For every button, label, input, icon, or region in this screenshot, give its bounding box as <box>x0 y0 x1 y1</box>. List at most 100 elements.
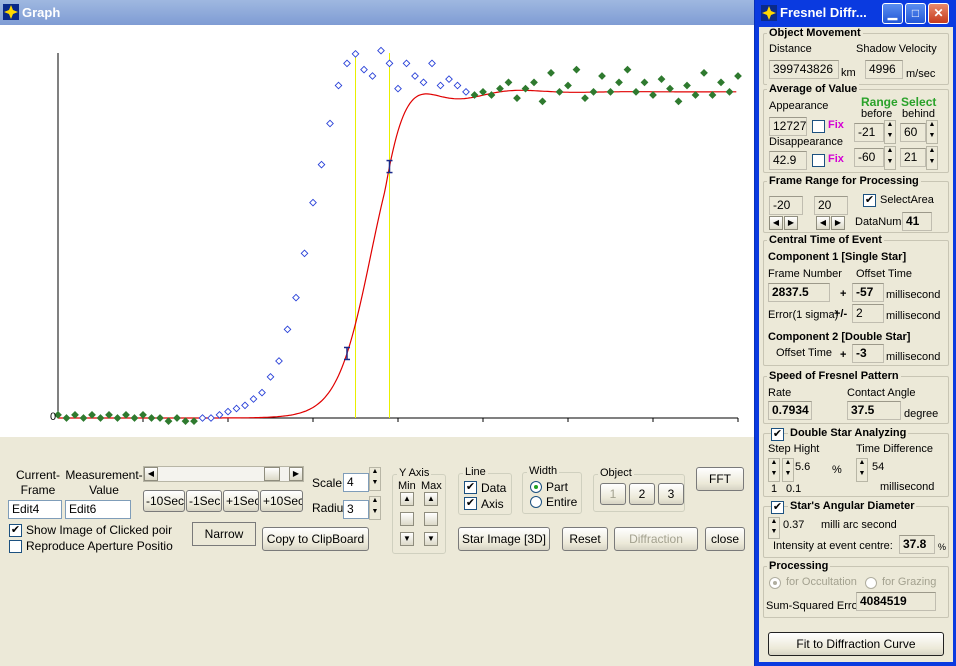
ymax-down-button[interactable]: ▼ <box>424 532 438 546</box>
time-difference-spinner[interactable]: ▲ ▼ <box>856 458 868 482</box>
disappearance-before-field[interactable]: -60 <box>854 148 884 167</box>
frame-to-field[interactable]: 20 <box>814 196 848 215</box>
frame-number-field[interactable]: 2837.5 <box>768 283 830 302</box>
disappearance-behind-field[interactable]: 21 <box>900 148 926 167</box>
radius-spinner[interactable]: ▲ ▼ <box>369 496 381 520</box>
scroll-thumb[interactable] <box>264 467 280 481</box>
appearance-before-spinner[interactable]: ▲ ▼ <box>884 120 896 144</box>
edit4-field[interactable]: Edit4 <box>8 500 62 519</box>
offset2-field[interactable]: -3 <box>852 344 884 363</box>
reset-button[interactable]: Reset <box>562 527 608 551</box>
close-window-icon[interactable]: ✕ <box>928 3 949 24</box>
frame-to-left-icon[interactable]: ◀ <box>816 216 830 230</box>
spin-down-icon[interactable]: ▼ <box>857 470 867 481</box>
step-coarse-spinner[interactable]: ▲ ▼ <box>768 458 780 482</box>
appearance-behind-spinner[interactable]: ▲ ▼ <box>926 120 938 144</box>
appearance-behind-field[interactable]: 60 <box>900 123 926 142</box>
ymin-down-button[interactable]: ▼ <box>400 532 414 546</box>
spin-up-icon[interactable]: ▲ <box>857 459 867 470</box>
spin-up-icon[interactable]: ▲ <box>769 518 779 528</box>
intensity-field[interactable]: 37.8 <box>899 535 935 554</box>
angular-diameter-checkbox[interactable]: ✔ <box>771 501 784 514</box>
line-axis-checkbox[interactable]: ✔ <box>464 497 477 510</box>
disappearance-before-spinner[interactable]: ▲ ▼ <box>884 146 896 170</box>
double-star-checkbox[interactable]: ✔ <box>771 428 784 441</box>
spin-down-icon[interactable]: ▼ <box>370 508 380 519</box>
plus-10sec-button[interactable]: +10Sec <box>260 490 303 512</box>
step-fine-spinner[interactable]: ▲ ▼ <box>782 458 794 482</box>
scale-spinner[interactable]: ▲ ▼ <box>369 467 381 491</box>
fit-to-diffraction-curve-button[interactable]: Fit to Diffraction Curve <box>768 632 944 656</box>
object-3-button[interactable]: 3 <box>658 483 684 505</box>
velocity-field[interactable]: 4996 <box>865 60 903 79</box>
spin-down-icon[interactable]: ▼ <box>885 158 895 169</box>
radius-field[interactable]: 3 <box>343 500 369 519</box>
disappearance-fix-checkbox[interactable] <box>812 154 825 167</box>
spin-up-icon[interactable]: ▲ <box>370 497 380 508</box>
spin-down-icon[interactable]: ▼ <box>927 158 937 169</box>
fft-button[interactable]: FFT <box>696 467 744 491</box>
frame-from-right-icon[interactable]: ▶ <box>784 216 798 230</box>
error-field[interactable]: 2 <box>852 304 884 323</box>
spin-down-icon[interactable]: ▼ <box>769 470 779 481</box>
spin-up-icon[interactable]: ▲ <box>927 121 937 132</box>
spin-up-icon[interactable]: ▲ <box>783 459 793 470</box>
spin-up-icon[interactable]: ▲ <box>927 147 937 158</box>
plus-1sec-button[interactable]: +1Sec <box>223 490 259 512</box>
sse-field[interactable]: 4084519 <box>856 592 936 611</box>
spin-down-icon[interactable]: ▼ <box>927 132 937 143</box>
minus-10sec-button[interactable]: -10Sec <box>143 490 185 512</box>
reproduce-aperture-checkbox[interactable] <box>9 540 22 553</box>
appearance-before-field[interactable]: -21 <box>854 123 884 142</box>
line-data-checkbox[interactable]: ✔ <box>464 481 477 494</box>
diffraction-button[interactable]: Diffraction <box>614 527 698 551</box>
ymin-up-button[interactable]: ▲ <box>400 492 414 506</box>
ymax-up-button[interactable]: ▲ <box>424 492 438 506</box>
datanum-field[interactable]: 41 <box>902 212 932 231</box>
show-image-checkbox[interactable]: ✔ <box>9 524 22 537</box>
disappearance-field[interactable]: 42.9 <box>769 151 807 170</box>
scroll-right-arrow-icon[interactable]: ▶ <box>289 467 303 481</box>
rate-field[interactable]: 0.7934 <box>768 401 812 420</box>
frame-from-left-icon[interactable]: ◀ <box>769 216 783 230</box>
spin-up-icon[interactable]: ▲ <box>885 121 895 132</box>
main-title-bar[interactable]: Graph <box>0 0 754 25</box>
distance-field[interactable]: 399743826 <box>769 60 839 79</box>
spin-down-icon[interactable]: ▼ <box>769 528 779 538</box>
star-image-3d-button[interactable]: Star Image [3D] <box>458 527 550 551</box>
angular-diameter-spinner[interactable]: ▲ ▼ <box>768 517 780 539</box>
narrow-box[interactable]: Narrow <box>192 522 256 546</box>
spin-down-icon[interactable]: ▼ <box>370 479 380 490</box>
appearance-fix-checkbox[interactable] <box>812 120 825 133</box>
minus-1sec-button[interactable]: -1Sec <box>186 490 222 512</box>
frame-to-right-icon[interactable]: ▶ <box>831 216 845 230</box>
object-1-button[interactable]: 1 <box>600 483 626 505</box>
scroll-left-arrow-icon[interactable]: ◀ <box>144 467 158 481</box>
scale-field[interactable]: 4 <box>343 473 369 492</box>
spin-up-icon[interactable]: ▲ <box>370 468 380 479</box>
close-button[interactable]: close <box>705 527 745 551</box>
copy-to-clipboard-button[interactable]: Copy to ClipBoard <box>262 527 369 551</box>
appearance-field[interactable]: 12727. <box>769 117 807 136</box>
frame-scrollbar[interactable]: ◀ ▶ <box>143 466 304 482</box>
lightcurve-plot[interactable] <box>0 25 754 437</box>
minimize-icon[interactable]: ▁ <box>882 3 903 24</box>
edit6-field[interactable]: Edit6 <box>65 500 131 519</box>
spin-up-icon[interactable]: ▲ <box>769 459 779 470</box>
width-part-radio[interactable] <box>530 481 542 493</box>
spin-down-icon[interactable]: ▼ <box>783 470 793 481</box>
disappearance-behind-spinner[interactable]: ▲ ▼ <box>926 146 938 170</box>
spin-down-icon[interactable]: ▼ <box>885 132 895 143</box>
contact-angle-field[interactable]: 37.5 <box>847 401 901 420</box>
ymax-mid-button[interactable] <box>424 512 438 526</box>
frame-from-field[interactable]: -20 <box>769 196 803 215</box>
ymin-mid-button[interactable] <box>400 512 414 526</box>
grazing-radio[interactable] <box>865 577 877 589</box>
object-2-button[interactable]: 2 <box>629 483 655 505</box>
spin-up-icon[interactable]: ▲ <box>885 147 895 158</box>
width-entire-radio[interactable] <box>530 496 542 508</box>
select-area-checkbox[interactable]: ✔ <box>863 194 876 207</box>
occultation-radio[interactable] <box>769 577 781 589</box>
offset-time-field[interactable]: -57 <box>852 283 884 302</box>
maximize-icon[interactable]: □ <box>905 3 926 24</box>
